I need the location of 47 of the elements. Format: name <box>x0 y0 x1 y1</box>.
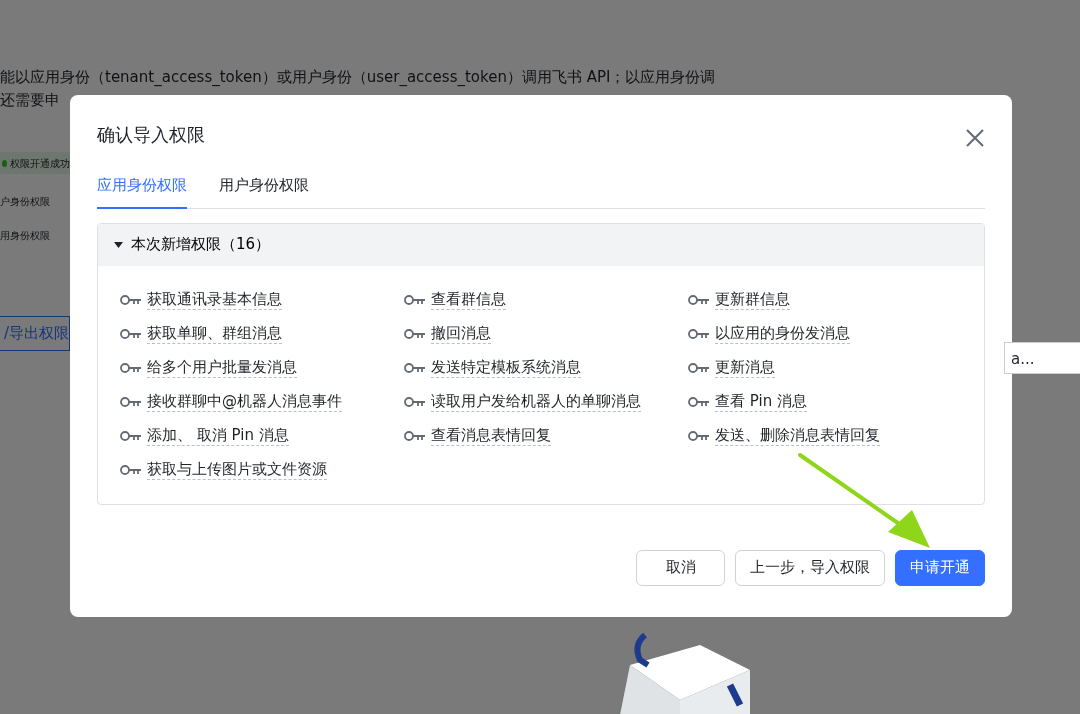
permission-item[interactable]: 接收群聊中@机器人消息事件 <box>147 391 342 412</box>
permission-item[interactable]: 撤回消息 <box>431 323 491 344</box>
caret-icon <box>114 240 123 249</box>
submit-button[interactable]: 申请开通 <box>895 549 985 586</box>
notice-text: 权限开通成功 <box>10 156 70 171</box>
permission-item[interactable]: 查看 Pin 消息 <box>715 391 807 412</box>
section-header[interactable]: 本次新增权限（16） <box>98 223 984 266</box>
permission-item[interactable]: 给多个用户批量发消息 <box>147 357 297 378</box>
key-icon <box>404 361 426 374</box>
permission-item[interactable]: 发送特定模板系统消息 <box>431 357 581 378</box>
key-icon <box>688 293 710 306</box>
permission-item[interactable]: 读取用户发给机器人的单聊消息 <box>431 391 641 412</box>
key-icon <box>120 429 142 442</box>
key-icon <box>688 429 710 442</box>
key-icon <box>120 395 142 408</box>
key-icon <box>120 293 142 306</box>
permission-item[interactable]: 更新消息 <box>715 357 775 378</box>
permission-item[interactable]: 获取单聊、群组消息 <box>147 323 282 344</box>
notice-text: 户身份权限 <box>0 194 50 209</box>
key-icon <box>120 463 142 476</box>
notice-text: 用身份权限 <box>0 228 50 243</box>
permission-item[interactable]: 以应用的身份发消息 <box>715 323 850 344</box>
dialog-button[interactable]: 取消 <box>636 549 725 586</box>
key-icon <box>120 361 142 374</box>
key-icon <box>688 395 710 408</box>
key-icon <box>404 429 426 442</box>
tab[interactable]: 用户身份权限 <box>219 174 309 209</box>
body-text: 还需要申 <box>0 90 61 111</box>
body-text: 能以应用身份（tenant_access_token）或用户身份（user_access_token）调用飞书 API；以应用身份调 <box>0 67 717 88</box>
dialog-button[interactable]: 上一步，导入权限 <box>735 549 885 586</box>
dialog-title: 确认导入权限 <box>97 124 205 146</box>
tab[interactable]: 应用身份权限 <box>97 174 187 209</box>
permission-item[interactable]: 获取与上传图片或文件资源 <box>147 459 327 480</box>
permission-item[interactable]: 添加、 取消 Pin 消息 <box>147 425 289 446</box>
table-cell: a... <box>1004 342 1080 374</box>
key-icon <box>688 327 710 340</box>
success-icon <box>2 159 7 167</box>
key-icon <box>404 327 426 340</box>
permission-item[interactable]: 发送、删除消息表情回复 <box>715 425 880 446</box>
permission-item[interactable]: 获取通讯录基本信息 <box>147 289 282 310</box>
permission-item[interactable]: 查看群信息 <box>431 289 506 310</box>
permission-item[interactable]: 查看消息表情回复 <box>431 425 551 446</box>
key-icon <box>688 361 710 374</box>
key-icon <box>404 395 426 408</box>
permission-item[interactable]: 更新群信息 <box>715 289 790 310</box>
key-icon <box>120 327 142 340</box>
key-icon <box>404 293 426 306</box>
